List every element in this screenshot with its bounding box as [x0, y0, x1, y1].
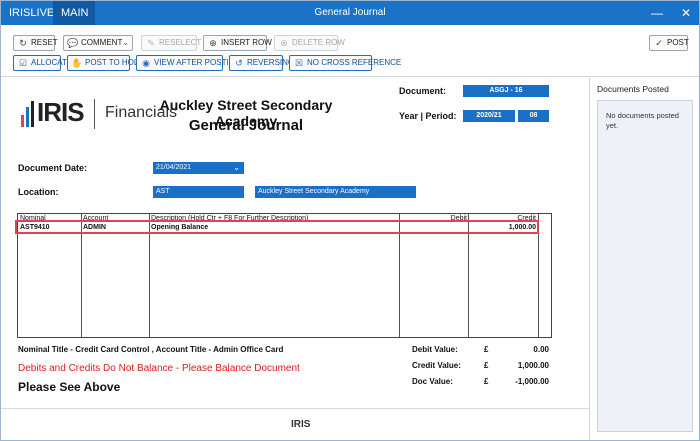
delete-circle-icon: ⊗ [280, 38, 288, 48]
journal-title: General Journal [188, 117, 304, 134]
insert-row-button[interactable]: ⊕ INSERT ROW [203, 35, 272, 51]
doc-value: -1,000.00 [515, 377, 549, 386]
debit-currency: £ [484, 345, 489, 354]
logo-divider [94, 99, 95, 129]
view-after-posting-toggle[interactable]: ◉ VIEW AFTER POSTING [136, 55, 241, 71]
doc-value-label: Doc Value: [412, 377, 453, 386]
document-date-value: 21/04/2021 [156, 164, 192, 171]
reversing-toggle[interactable]: ↺ REVERSING [229, 55, 294, 71]
plus-circle-icon: ⊕ [209, 38, 217, 48]
reselect-icon: ✎ [147, 38, 155, 48]
nominal-account-title: Nominal Title - Credit Card Control , Ac… [18, 345, 284, 354]
cross-box-icon: ☒ [294, 58, 304, 68]
hand-icon: ✋ [71, 58, 83, 68]
allocate-toggle[interactable]: ☑ ALLOCATE [13, 55, 72, 71]
close-icon[interactable]: ✕ [672, 1, 700, 25]
doc-currency: £ [484, 377, 489, 386]
view-after-posting-label: VIEW AFTER POSTING [154, 58, 241, 67]
chevron-down-icon: ⌄ [122, 38, 129, 47]
reset-label: RESET [31, 38, 58, 47]
location-label: Location: [18, 187, 59, 197]
chevron-down-icon: ⌄ [233, 163, 240, 172]
minimize-icon[interactable]: — [643, 1, 671, 25]
reselect-button[interactable]: ✎ RESELECT [141, 35, 201, 51]
footer-iris-logo: IRIS [291, 419, 311, 430]
reverse-icon: ↺ [235, 58, 243, 68]
comment-button[interactable]: 💬 COMMENT ⌄ [63, 35, 133, 51]
logo-bars-icon [21, 101, 35, 127]
balance-warning: Debits and Credits Do Not Balance - Plea… [18, 363, 300, 374]
reversing-label: REVERSING [247, 58, 295, 67]
delete-row-button[interactable]: ⊗ DELETE ROW [274, 35, 345, 51]
year-period-label: Year | Period: [399, 111, 457, 121]
debit-value: 0.00 [533, 345, 549, 354]
comment-label: COMMENT [81, 38, 123, 47]
general-journal-window: IRISLIVE MAIN General Journal — ✕ ↻ RESE… [0, 0, 700, 441]
see-above-notice: Please See Above [18, 380, 121, 394]
title-bar: IRISLIVE MAIN General Journal — ✕ [1, 1, 699, 25]
toolbar: ↻ RESET 💬 COMMENT ⌄ ✎ RESELECT ⊕ INSERT … [1, 25, 699, 77]
tab-irislive[interactable]: IRISLIVE [1, 1, 54, 25]
document-date-picker[interactable]: 21/04/2021 ⌄ [153, 162, 244, 174]
reset-icon: ↻ [19, 38, 27, 48]
document-number-field: ASGJ - 16 [463, 85, 549, 97]
year-field[interactable]: 2020/21 [463, 110, 515, 122]
documents-posted-empty: No documents posted yet. [606, 111, 679, 130]
location-code-field[interactable]: AST [153, 186, 244, 198]
check-circle-icon: ✓ [655, 38, 663, 48]
post-to-hold-toggle[interactable]: ✋ POST TO HOLD [67, 55, 144, 71]
logo-iris-text: IRIS [37, 97, 85, 127]
period-field[interactable]: 08 [518, 110, 549, 122]
checkbox-icon: ☑ [18, 58, 28, 68]
document-date-label: Document Date: [18, 163, 88, 173]
credit-value: 1,000.00 [517, 361, 549, 370]
delete-row-label: DELETE ROW [292, 38, 345, 47]
credit-currency: £ [484, 361, 489, 370]
documents-posted-title: Documents Posted [597, 84, 669, 94]
documents-posted-list: No documents posted yet. [597, 100, 693, 432]
tab-main[interactable]: MAIN [53, 1, 95, 25]
window-title: General Journal [314, 7, 386, 18]
selected-row-highlight [15, 220, 539, 234]
insert-row-label: INSERT ROW [221, 38, 272, 47]
footer: IRIS [1, 408, 589, 440]
location-name-field: Auckley Street Secondary Academy [255, 186, 416, 198]
reset-button[interactable]: ↻ RESET [13, 35, 58, 51]
eye-icon: ◉ [142, 58, 150, 68]
document-label: Document: [399, 86, 446, 96]
comment-icon: 💬 [67, 38, 79, 48]
no-cross-reference-toggle[interactable]: ☒ NO CROSS REFERENCE [289, 55, 401, 71]
post-button[interactable]: ✓ POST [649, 35, 689, 51]
no-cross-reference-label: NO CROSS REFERENCE [307, 58, 402, 67]
documents-posted-panel: Documents Posted No documents posted yet… [589, 78, 699, 440]
reselect-label: RESELECT [159, 38, 202, 47]
credit-value-label: Credit Value: [412, 361, 461, 370]
post-label: POST [667, 38, 689, 47]
debit-value-label: Debit Value: [412, 345, 458, 354]
